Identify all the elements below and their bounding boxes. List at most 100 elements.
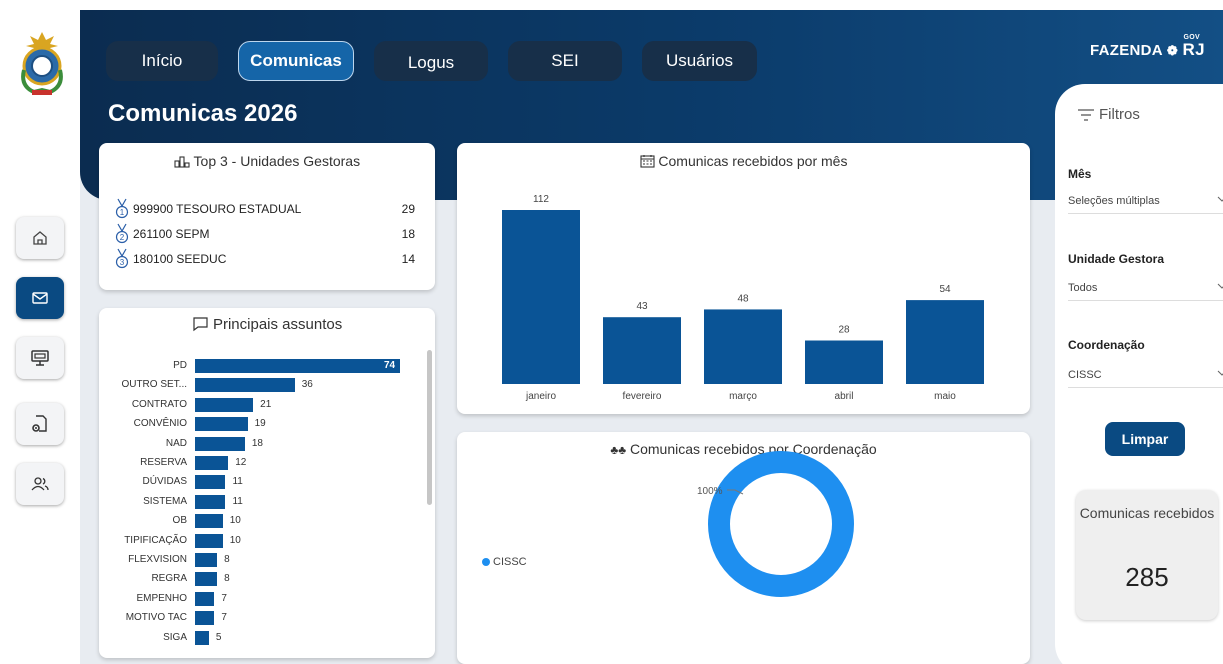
top3-row: 3 180100 SEEDUC 14 — [115, 248, 415, 269]
subject-label: SIGA — [163, 631, 187, 643]
chat-bubble-icon — [193, 317, 208, 332]
subject-bar-row[interactable]: OB 10 — [99, 513, 419, 529]
subject-bar[interactable] — [195, 514, 223, 529]
tab-inicio[interactable]: Início — [106, 41, 218, 81]
subject-bar-row[interactable]: CONVÊNIO 19 — [99, 416, 419, 432]
subject-bar-row[interactable]: SISTEMA 11 — [99, 494, 419, 510]
kpi-label: Comunicas recebidos — [1079, 505, 1215, 521]
subject-bar-row[interactable]: NAD 18 — [99, 436, 419, 452]
monthly-bar-chart: 112 janeiro 43 fevereiro 48 março 28 abril 54 mai… — [502, 194, 984, 402]
sidebar-item-users[interactable] — [16, 463, 64, 505]
month-bar[interactable] — [805, 340, 883, 385]
subject-label: CONTRATO — [131, 398, 187, 410]
subject-value: 7 — [221, 612, 227, 624]
subject-bar[interactable] — [195, 533, 223, 548]
subject-label: REGRA — [151, 573, 187, 585]
top3-title: Top 3 - Unidades Gestoras — [99, 153, 435, 169]
month-value-label: 48 — [737, 293, 749, 304]
coordination-filter-label: Coordenação — [1068, 338, 1145, 352]
brand-suffix: RJ — [1182, 40, 1205, 59]
filters-title: Filtros — [1077, 106, 1140, 123]
svg-text:1: 1 — [120, 208, 125, 217]
donut-slice-cissc[interactable] — [708, 451, 854, 597]
unit-select[interactable]: Todos — [1068, 275, 1223, 301]
medal-3-icon: 3 — [115, 248, 129, 269]
month-bar[interactable] — [704, 309, 782, 384]
sidebar-item-monitor[interactable] — [16, 337, 64, 379]
subject-bar[interactable] — [195, 611, 215, 626]
subject-bar-row[interactable]: PD 74 — [99, 358, 419, 374]
tab-comunicas[interactable]: Comunicas — [238, 41, 354, 81]
subject-bar-row[interactable]: MOTIVO TAC 7 — [99, 610, 419, 626]
top3-value: 29 — [401, 202, 415, 216]
month-bar[interactable] — [502, 210, 580, 384]
subject-bar[interactable] — [195, 456, 229, 470]
month-select-value: Seleções múltiplas — [1068, 194, 1160, 207]
subject-bar-row[interactable]: EMPENHO 7 — [99, 591, 419, 607]
document-settings-icon — [32, 415, 47, 432]
subject-bar[interactable] — [195, 553, 218, 567]
chevron-down-icon — [1217, 370, 1223, 376]
medal-2-icon: 2 — [115, 223, 129, 244]
tab-logus[interactable]: Logus — [374, 41, 488, 81]
donut-chart: 100% — [697, 451, 854, 597]
subject-bar[interactable] — [195, 378, 295, 393]
unit-select-value: Todos — [1068, 281, 1098, 294]
filter-icon — [1078, 108, 1094, 121]
subject-label: CONVÊNIO — [133, 418, 187, 430]
top3-row: 1 999900 TESOURO ESTADUAL 29 — [115, 198, 415, 219]
subject-bar[interactable] — [195, 359, 400, 373]
top3-card: Top 3 - Unidades Gestoras 1 999900 TESOU… — [99, 143, 435, 290]
subject-value: 7 — [221, 592, 227, 604]
sidebar-item-comunicas[interactable] — [16, 277, 64, 319]
subject-bar-row[interactable]: RESERVA 12 — [99, 455, 419, 471]
coordination-select[interactable]: CISSC — [1068, 362, 1223, 388]
month-select[interactable]: Seleções múltiplas — [1068, 188, 1223, 214]
subject-bar-row[interactable]: TIPIFICAÇÃO 10 — [99, 533, 419, 549]
subject-value: 19 — [254, 418, 266, 430]
top3-row: 2 261100 SEPM 18 — [115, 223, 415, 244]
month-bar[interactable] — [603, 317, 681, 384]
subject-bar-row[interactable]: FLEXVISION 8 — [99, 552, 419, 568]
subject-bar-row[interactable]: OUTRO SET... 36 — [99, 377, 419, 393]
subject-bar[interactable] — [195, 494, 226, 509]
clear-filters-button[interactable]: Limpar — [1105, 422, 1185, 456]
subjects-scrollbar[interactable] — [427, 350, 432, 505]
subject-label: TIPIFICAÇÃO — [124, 534, 187, 546]
subject-label: NAD — [165, 437, 187, 449]
subject-label: SISTEMA — [143, 495, 187, 507]
brand-gov: GOV — [1183, 34, 1200, 41]
tab-usuarios[interactable]: Usuários — [642, 41, 757, 81]
kpi-card: Comunicas recebidos 285 — [1076, 490, 1218, 620]
subject-bar[interactable] — [195, 475, 226, 490]
subject-bar[interactable] — [195, 572, 218, 587]
subject-bar[interactable] — [195, 397, 254, 412]
subject-bar-row[interactable]: REGRA 8 — [99, 571, 419, 587]
sidebar-item-documents[interactable] — [16, 403, 64, 445]
svg-text:2: 2 — [120, 233, 125, 242]
home-icon — [33, 231, 47, 245]
subject-label: MOTIVO TAC — [125, 612, 187, 624]
subject-bar-row[interactable]: SIGA 5 — [99, 630, 419, 646]
month-value-label: 54 — [939, 284, 951, 295]
subject-bar[interactable] — [195, 591, 215, 606]
state-crest-logo — [21, 32, 63, 95]
subject-value: 8 — [224, 573, 230, 585]
subject-value: 12 — [235, 457, 247, 468]
page-title: Comunicas 2026 — [108, 100, 298, 127]
subject-bar-row[interactable]: DÚVIDAS 11 — [99, 474, 419, 490]
subject-bar[interactable] — [195, 417, 248, 432]
mail-icon — [32, 292, 48, 304]
sidebar-item-home[interactable] — [16, 217, 64, 259]
subject-value: 74 — [384, 360, 396, 371]
subject-bar[interactable] — [195, 436, 245, 451]
top3-label: 180100 SEEDUC — [133, 252, 227, 266]
subject-bar-row[interactable]: CONTRATO 21 — [99, 397, 419, 413]
subjects-title-text: Principais assuntos — [212, 316, 343, 333]
top3-title-text: Top 3 - Unidades Gestoras — [193, 153, 361, 169]
tab-sei[interactable]: SEI — [508, 41, 622, 81]
podium-icon — [174, 156, 190, 168]
month-bar[interactable] — [906, 300, 984, 384]
subject-value: 8 — [224, 554, 230, 565]
subject-bar[interactable] — [195, 630, 209, 645]
